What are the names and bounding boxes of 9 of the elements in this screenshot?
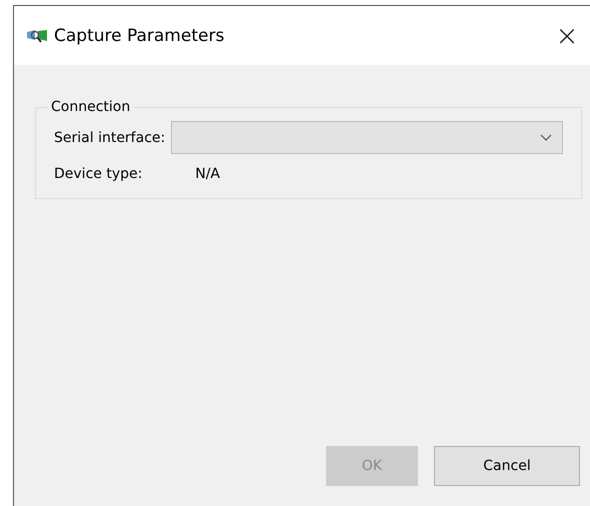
dialog-button[interactable]: Cancel: [434, 446, 580, 486]
close-button[interactable]: ×: [552, 20, 582, 50]
app-icon: [26, 28, 48, 44]
group-title: Connection: [50, 99, 132, 115]
chevron-down-icon: [540, 134, 552, 141]
window-title: Capture Parameters: [54, 26, 224, 46]
device-type-value: N/A: [194, 166, 222, 182]
field-label: Serial interface:: [54, 130, 166, 146]
field-label: Device type:: [54, 166, 144, 182]
